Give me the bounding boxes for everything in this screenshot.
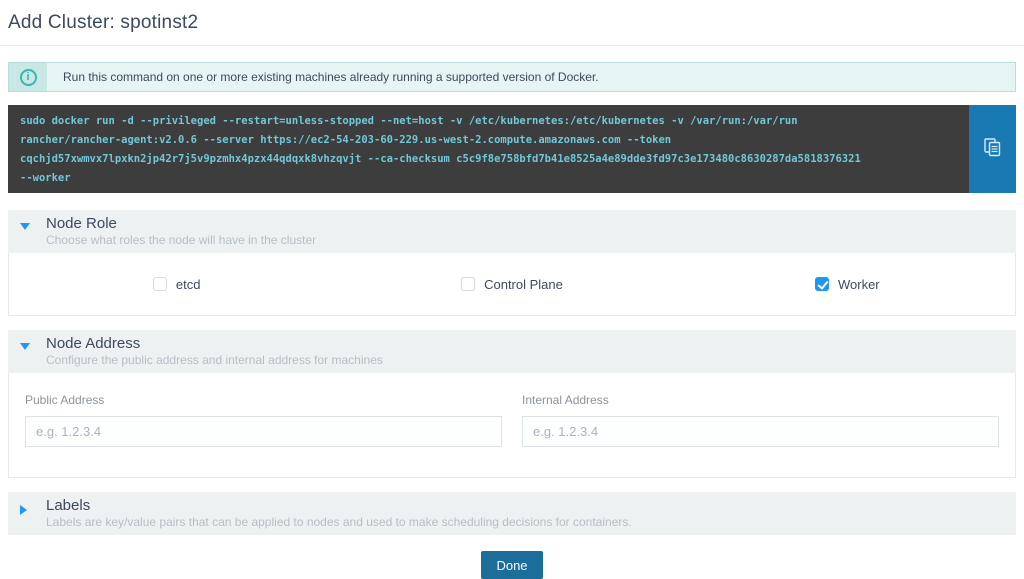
role-option-etcd[interactable]: etcd bbox=[9, 277, 344, 292]
docker-command-block: sudo docker run -d --privileged --restar… bbox=[8, 105, 1016, 193]
info-banner: i Run this command on one or more existi… bbox=[8, 62, 1016, 92]
labels-title: Labels bbox=[46, 496, 632, 515]
info-banner-text: Run this command on one or more existing… bbox=[47, 63, 599, 91]
node-address-subtitle: Configure the public address and interna… bbox=[46, 353, 383, 368]
node-address-section-header[interactable]: Node Address Configure the public addres… bbox=[8, 330, 1016, 373]
info-banner-icon-cell: i bbox=[9, 63, 47, 91]
node-role-subtitle: Choose what roles the node will have in … bbox=[46, 233, 316, 248]
role-option-control-plane[interactable]: Control Plane bbox=[344, 277, 679, 292]
collapse-chevron-down-icon[interactable] bbox=[20, 334, 46, 350]
role-option-worker[interactable]: Worker bbox=[680, 277, 1015, 292]
role-options-row: etcd Control Plane Worker bbox=[9, 253, 1015, 315]
done-button[interactable]: Done bbox=[481, 551, 542, 579]
info-circle-icon: i bbox=[20, 69, 37, 86]
internal-address-label: Internal Address bbox=[522, 393, 999, 408]
collapse-chevron-down-icon[interactable] bbox=[20, 214, 46, 230]
worker-checkbox[interactable] bbox=[815, 277, 829, 291]
title-divider bbox=[0, 45, 1024, 46]
node-address-title: Node Address bbox=[46, 334, 383, 353]
labels-section-header[interactable]: Labels Labels are key/value pairs that c… bbox=[8, 492, 1016, 535]
footer: Done bbox=[8, 551, 1016, 579]
public-address-label: Public Address bbox=[25, 393, 502, 408]
public-address-input[interactable] bbox=[25, 416, 502, 447]
labels-section: Labels Labels are key/value pairs that c… bbox=[8, 492, 1016, 535]
worker-label: Worker bbox=[838, 277, 880, 292]
control-plane-label: Control Plane bbox=[484, 277, 563, 292]
labels-subtitle: Labels are key/value pairs that can be a… bbox=[46, 515, 632, 530]
expand-chevron-right-icon[interactable] bbox=[20, 496, 46, 515]
etcd-label: etcd bbox=[176, 277, 201, 292]
node-role-section: Node Role Choose what roles the node wil… bbox=[8, 210, 1016, 316]
copy-command-button[interactable] bbox=[969, 105, 1016, 193]
add-cluster-page: Add Cluster: spotinst2 i Run this comman… bbox=[0, 0, 1024, 579]
public-address-field-group: Public Address bbox=[25, 393, 502, 447]
control-plane-checkbox[interactable] bbox=[461, 277, 475, 291]
node-address-body: Public Address Internal Address bbox=[8, 373, 1016, 478]
page-title: Add Cluster: spotinst2 bbox=[8, 0, 1016, 34]
docker-command-text: sudo docker run -d --privileged --restar… bbox=[8, 105, 1016, 193]
node-role-section-header[interactable]: Node Role Choose what roles the node wil… bbox=[8, 210, 1016, 253]
node-role-body: etcd Control Plane Worker bbox=[8, 253, 1016, 316]
clipboard-icon bbox=[984, 138, 1001, 160]
etcd-checkbox[interactable] bbox=[153, 277, 167, 291]
internal-address-input[interactable] bbox=[522, 416, 999, 447]
node-role-title: Node Role bbox=[46, 214, 316, 233]
internal-address-field-group: Internal Address bbox=[522, 393, 999, 447]
node-address-section: Node Address Configure the public addres… bbox=[8, 330, 1016, 478]
